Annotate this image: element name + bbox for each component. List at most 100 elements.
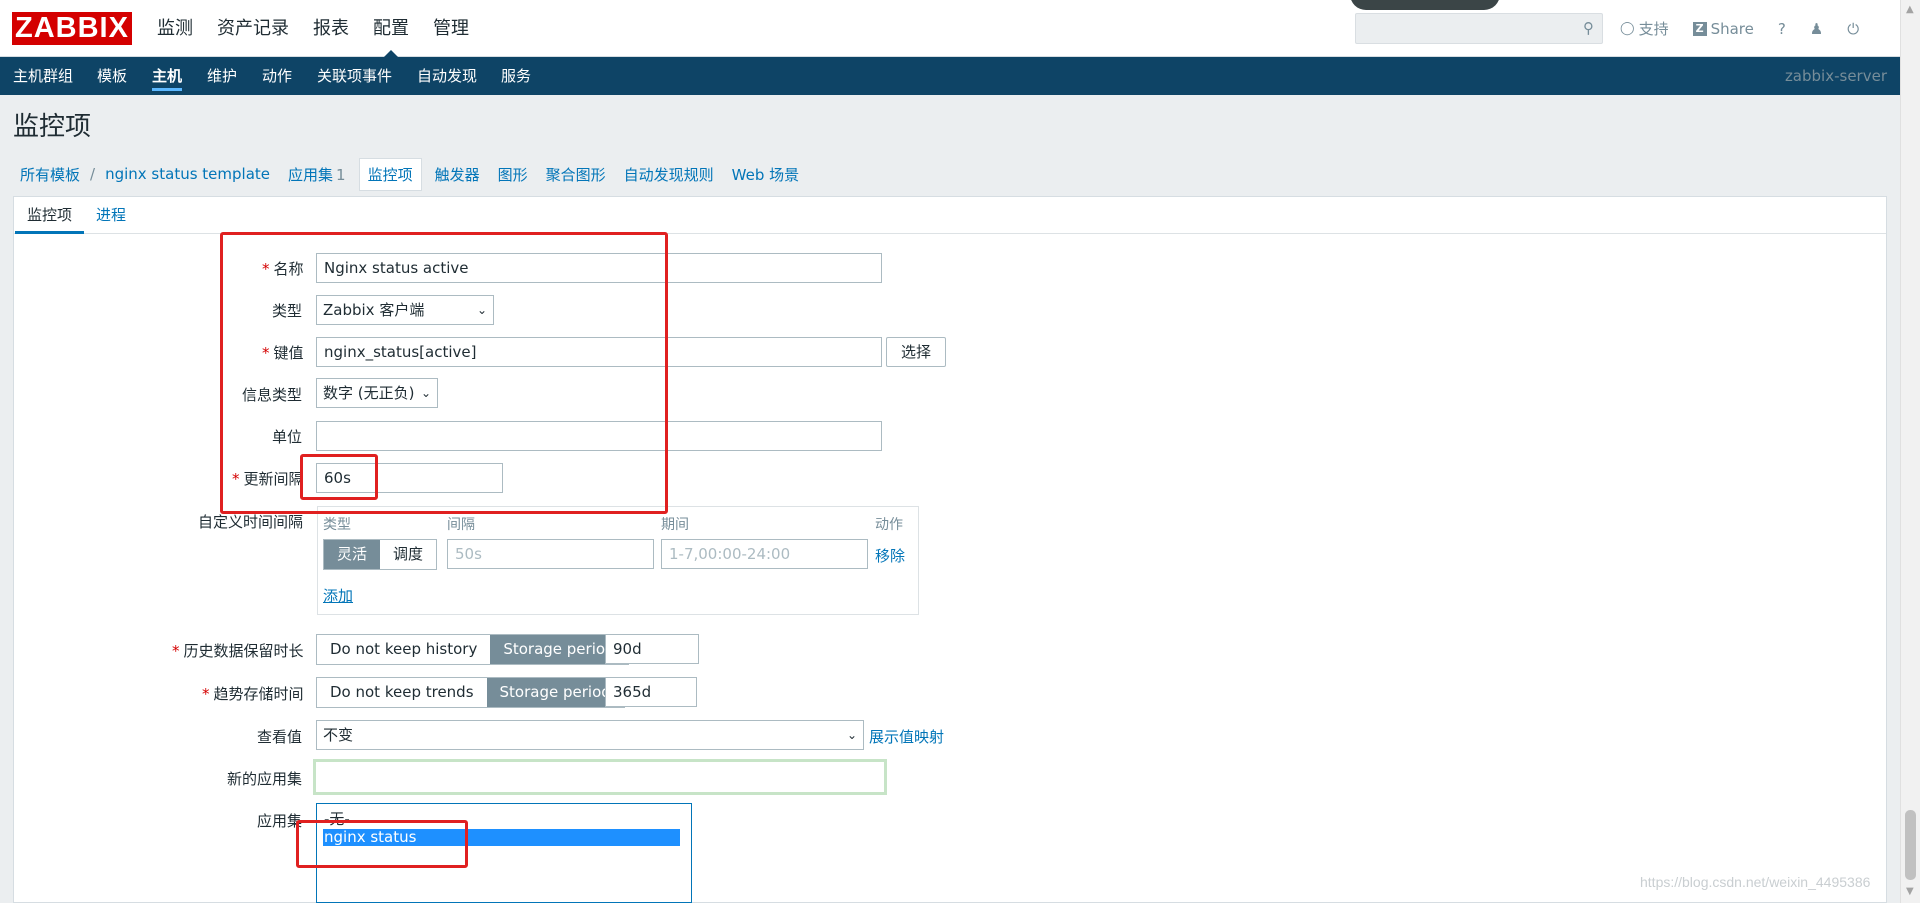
key-label: * 键值 — [262, 342, 304, 363]
history-mode-toggle: Do not keep history Storage period — [316, 634, 629, 665]
global-search-input[interactable]: ⚲ — [1355, 13, 1603, 44]
profile-link[interactable]: ♟ — [1810, 20, 1823, 38]
main-menu: 监测 资产记录 报表 配置 管理 — [157, 0, 493, 57]
subnav-templates[interactable]: 模板 — [97, 57, 127, 95]
select-key-button[interactable]: 选择 — [886, 337, 946, 367]
subnav-host-groups[interactable]: 主机群组 — [13, 57, 73, 95]
subnav-hosts[interactable]: 主机 — [152, 57, 183, 95]
key-input[interactable]: nginx_status[active] — [316, 337, 882, 367]
help-link[interactable]: ? — [1778, 20, 1786, 38]
applications-label: 应用集 — [288, 165, 334, 184]
support-label: 支持 — [1638, 20, 1669, 38]
share-link[interactable]: Z Share — [1692, 20, 1754, 38]
custom-interval-placeholder: 50s — [455, 545, 482, 563]
update-interval-label-text: 更新间隔 — [243, 470, 304, 488]
required-marker: * — [262, 260, 270, 278]
scheduling-option[interactable]: 调度 — [380, 540, 437, 569]
name-label: * 名称 — [262, 258, 304, 279]
top-header: ZABBIX 监测 资产记录 报表 配置 管理 ⚲ ◯ 支持 Z Share ? ♟… — [0, 0, 1900, 57]
trends-mode-toggle: Do not keep trends Storage period — [316, 677, 625, 708]
applications-count: 1 — [336, 165, 346, 184]
menu-monitoring[interactable]: 监测 — [157, 0, 193, 57]
breadcrumb-screens[interactable]: 聚合图形 — [546, 164, 606, 185]
page-scrollbar[interactable]: ▲ ▼ — [1900, 0, 1920, 903]
units-label: 单位 — [272, 428, 303, 446]
menu-reports[interactable]: 报表 — [313, 0, 349, 57]
breadcrumb-applications[interactable]: 应用集 1 — [288, 164, 346, 185]
value-map-label: 查看值 — [257, 728, 303, 746]
breadcrumb-template[interactable]: nginx status template — [105, 165, 270, 183]
application-option-nginx-status[interactable]: nginx status — [323, 829, 680, 846]
subnav-maintenance[interactable]: 维护 — [207, 57, 237, 95]
name-label-text: 名称 — [273, 260, 304, 278]
server-name: zabbix-server — [1784, 67, 1887, 85]
header-links: ◯ 支持 Z Share ? ♟ ⏻ — [1620, 0, 1883, 57]
info-type-label: 信息类型 — [242, 386, 303, 404]
logout-link[interactable]: ⏻ — [1847, 20, 1859, 38]
sub-navigation: 主机群组 模板 主机 维护 动作 关联项事件 自动发现 服务 zabbix-se… — [0, 57, 1900, 95]
breadcrumb-triggers[interactable]: 触发器 — [435, 164, 480, 185]
form-tabs: 监控项 进程 — [14, 197, 1886, 234]
support-link[interactable]: ◯ 支持 — [1620, 18, 1669, 39]
zabbix-share-icon: Z — [1692, 21, 1707, 36]
tab-preprocessing[interactable]: 进程 — [96, 197, 126, 234]
no-history-option[interactable]: Do not keep history — [317, 635, 491, 664]
col-action-header: 动作 — [875, 517, 903, 533]
update-interval-input[interactable]: 60s — [316, 463, 503, 493]
scroll-down-arrow[interactable]: ▼ — [1906, 886, 1914, 897]
name-input[interactable]: Nginx status active — [316, 253, 882, 283]
required-marker: * — [202, 685, 210, 703]
flexible-option[interactable]: 灵活 — [324, 540, 381, 569]
menu-administration[interactable]: 管理 — [433, 0, 469, 57]
breadcrumb-web-scenarios[interactable]: Web 场景 — [732, 164, 799, 185]
search-icon[interactable]: ⚲ — [1583, 19, 1594, 37]
chevron-down-icon: ⌄ — [846, 728, 857, 742]
trends-period-input[interactable]: 365d — [605, 677, 697, 707]
tab-item[interactable]: 监控项 — [15, 197, 85, 234]
trends-label-text: 趋势存储时间 — [213, 685, 304, 703]
add-interval-link[interactable]: 添加 — [323, 585, 353, 606]
trends-label: * 趋势存储时间 — [202, 683, 304, 704]
required-marker: * — [262, 344, 270, 362]
chevron-down-icon: ⌄ — [420, 386, 431, 400]
new-application-input[interactable] — [313, 759, 887, 795]
custom-interval-input[interactable]: 50s — [447, 539, 654, 569]
breadcrumb: 所有模板 / nginx status template 应用集 1 监控项 触发… — [11, 157, 808, 191]
update-interval-label: * 更新间隔 — [232, 468, 304, 489]
page-title: 监控项 — [13, 112, 92, 142]
remove-interval-link[interactable]: 移除 — [875, 545, 905, 566]
key-label-text: 键值 — [273, 344, 304, 362]
required-marker: * — [172, 642, 180, 660]
network-gauge-widget — [1350, 0, 1500, 10]
applications-label: 应用集 — [257, 812, 303, 830]
breadcrumb-all-templates[interactable]: 所有模板 — [20, 164, 80, 185]
units-input[interactable] — [316, 421, 882, 451]
no-trends-option[interactable]: Do not keep trends — [317, 678, 487, 707]
show-value-mappings-link[interactable]: 展示值映射 — [869, 726, 944, 747]
custom-period-input[interactable]: 1-7,00:00-24:00 — [661, 539, 868, 569]
breadcrumb-graphs[interactable]: 图形 — [498, 164, 528, 185]
history-label-text: 历史数据保留时长 — [183, 642, 304, 660]
info-type-value: 数字 (无正负) — [323, 384, 415, 402]
subnav-services[interactable]: 服务 — [501, 57, 531, 95]
subnav-discovery[interactable]: 自动发现 — [417, 57, 477, 95]
subnav-event-correlation[interactable]: 关联项事件 — [317, 57, 392, 95]
history-period-input[interactable]: 90d — [605, 634, 699, 664]
menu-configuration[interactable]: 配置 — [373, 0, 409, 57]
info-type-select[interactable]: 数字 (无正负) ⌄ — [316, 378, 438, 408]
breadcrumb-discovery-rules[interactable]: 自动发现规则 — [624, 164, 714, 185]
zabbix-logo[interactable]: ZABBIX — [12, 12, 132, 45]
application-option-none[interactable]: -无- — [323, 811, 680, 828]
history-label: * 历史数据保留时长 — [172, 640, 304, 661]
breadcrumb-items[interactable]: 监控项 — [358, 157, 422, 191]
scroll-thumb[interactable] — [1905, 810, 1916, 880]
scroll-up-arrow[interactable]: ▲ — [1906, 4, 1914, 15]
value-map-select[interactable]: 不变 ⌄ — [316, 720, 864, 750]
trends-storage-option[interactable]: Storage period — [486, 678, 624, 707]
menu-inventory[interactable]: 资产记录 — [217, 0, 289, 57]
applications-listbox[interactable]: -无- nginx status — [316, 803, 692, 903]
required-marker: * — [232, 470, 240, 488]
custom-intervals-label: 自定义时间间隔 — [198, 513, 304, 531]
type-select[interactable]: Zabbix 客户端 ⌄ — [316, 295, 494, 325]
subnav-actions[interactable]: 动作 — [262, 57, 292, 95]
